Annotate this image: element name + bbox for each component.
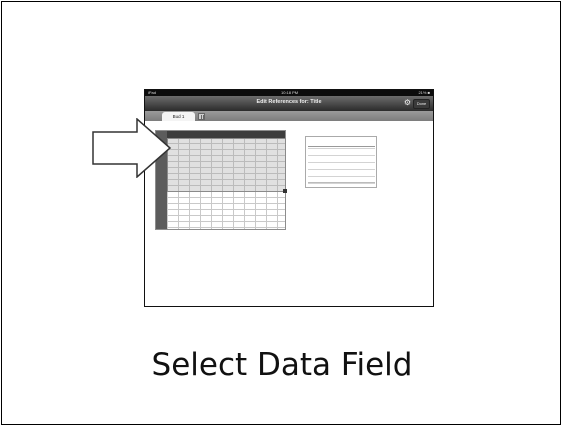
reference-preview <box>305 136 377 188</box>
spreadsheet-grid[interactable] <box>155 130 287 230</box>
column-header-row <box>156 131 285 138</box>
slide-caption: Select Data Field <box>151 347 413 383</box>
sheet-area <box>145 121 433 306</box>
gear-icon[interactable]: ⚙ <box>404 99 411 107</box>
preview-footer <box>308 182 375 186</box>
arrow-right-icon <box>92 118 172 178</box>
selected-data-range[interactable] <box>167 138 286 192</box>
tab-strip: Bud 1 <box>145 111 433 121</box>
preview-lines <box>308 148 375 184</box>
nav-title: Edit References for: Title <box>256 99 322 105</box>
add-sheet-icon[interactable] <box>198 113 205 120</box>
done-button[interactable]: Done <box>413 99 430 109</box>
arrow-shape <box>92 118 172 178</box>
preview-header <box>308 138 375 147</box>
selection-handle[interactable] <box>283 189 287 193</box>
slide: iPad 10:18 PM 21% ■ Edit References for:… <box>1 1 561 425</box>
nav-bar: Edit References for: Title ⚙ Done <box>145 96 433 111</box>
ipad-screenshot: iPad 10:18 PM 21% ■ Edit References for:… <box>144 89 434 307</box>
